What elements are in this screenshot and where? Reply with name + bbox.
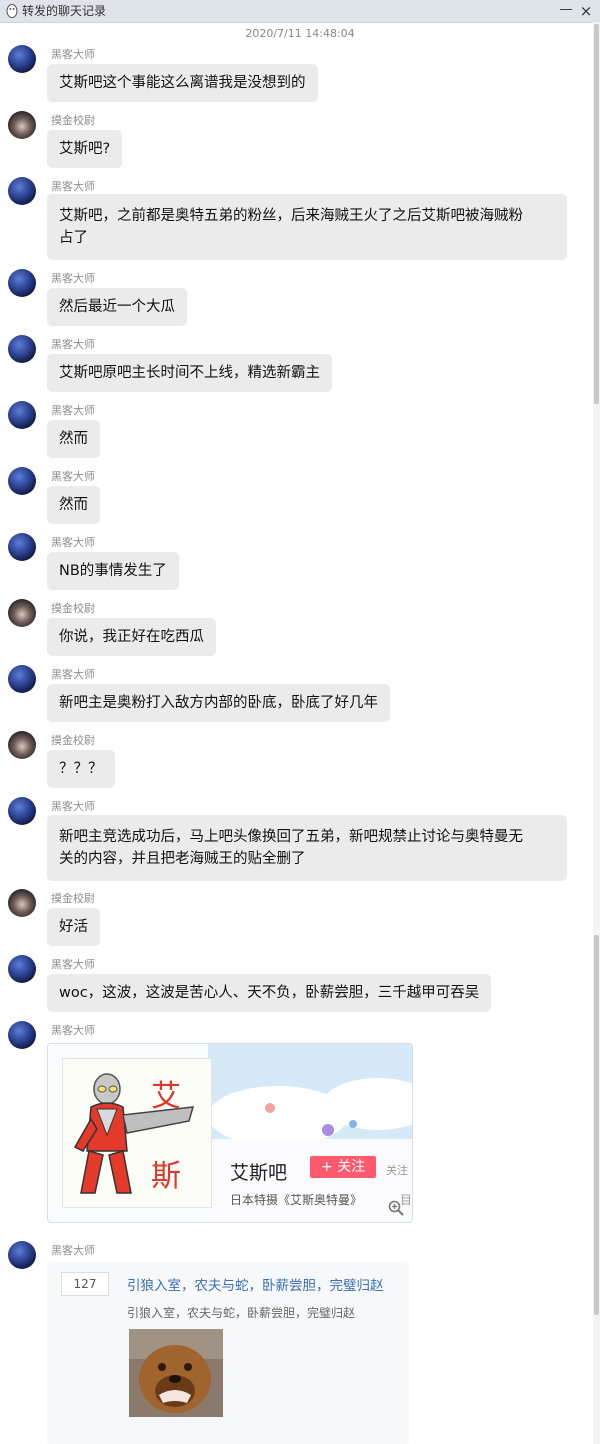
forum-logo-char-1: 艾 (151, 1079, 181, 1114)
reply-count-badge: 127 (61, 1272, 109, 1296)
forum-card[interactable]: 艾 斯 艾斯吧 + 关注 关注 日本特摄《艾斯奥特曼》 目 (47, 1043, 413, 1223)
message-text-line: woc，这波，这波是苦心人、天不负，卧薪尝胆，三千越甲可吞吴 (59, 985, 480, 1001)
message-bubble[interactable]: 新吧主竞选成功后，马上吧头像换回了五弟，新吧规禁止讨论与奥特曼无 关的内容，并且把… (47, 815, 567, 881)
sender-avatar[interactable] (8, 889, 36, 917)
sender-name: 黑客大师 (51, 48, 95, 61)
title-bar: 转发的聊天记录 — × (0, 0, 600, 23)
message-bubble[interactable]: 然后最近一个大瓜 (47, 288, 187, 326)
sender-name: 黑客大师 (51, 404, 95, 417)
scrollbar-thumb[interactable] (594, 24, 599, 404)
sender-name: 摸金校尉 (51, 114, 95, 127)
sender-name: 黑客大师 (51, 338, 95, 351)
message-bubble[interactable]: 艾斯吧? (47, 130, 123, 168)
message-text-line: 新吧主竞选成功后，马上吧头像换回了五弟，新吧规禁止讨论与奥特曼无 (59, 829, 523, 845)
sender-name: 黑客大师 (51, 958, 95, 971)
forum-logo-char-2: 斯 (151, 1159, 181, 1194)
sender-name: 黑客大师 (51, 668, 95, 681)
message-bubble[interactable]: 艾斯吧这个事能这么离谱我是没想到的 (47, 64, 318, 102)
qq-penguin-icon (6, 4, 18, 18)
sender-avatar[interactable] (8, 1241, 36, 1269)
sender-avatar[interactable] (8, 401, 36, 429)
sender-avatar[interactable] (8, 177, 36, 205)
message-text-line: 艾斯吧? (59, 141, 111, 157)
message-bubble[interactable]: 好活 (47, 908, 100, 946)
sender-name: 黑客大师 (51, 180, 95, 193)
sender-name: 摸金校尉 (51, 892, 95, 905)
message-bubble[interactable]: NB的事情发生了 (47, 552, 179, 590)
message-bubble[interactable]: 新吧主是奥粉打入敌方内部的卧底，卧底了好几年 (47, 684, 390, 722)
message-bubble[interactable]: 艾斯吧原吧主长时间不上线，精选新霸主 (47, 354, 332, 392)
sender-avatar[interactable] (8, 111, 36, 139)
sender-avatar[interactable] (8, 665, 36, 693)
message-text-line: 艾斯吧这个事能这么离谱我是没想到的 (59, 75, 306, 91)
message-bubble[interactable]: woc，这波，这波是苦心人、天不负，卧薪尝胆，三千越甲可吞吴 (47, 974, 492, 1012)
sender-avatar[interactable] (8, 731, 36, 759)
message-text-line: 你说，我正好在吃西瓜 (59, 629, 204, 645)
dog-photo-thumbnail[interactable] (129, 1329, 223, 1417)
sender-avatar[interactable] (8, 45, 36, 73)
zoom-in-icon[interactable] (388, 1200, 404, 1216)
post-excerpt: 引狼入室，农夫与蛇，卧薪尝胆，完璧归赵 (127, 1306, 356, 1320)
follow-count-label: 关注 (386, 1164, 408, 1177)
sender-name: 黑客大师 (51, 1024, 95, 1037)
sender-name: 摸金校尉 (51, 734, 95, 747)
sender-avatar[interactable] (8, 797, 36, 825)
sender-name: 黑客大师 (51, 536, 95, 549)
sender-name: 黑客大师 (51, 272, 95, 285)
sender-avatar[interactable] (8, 955, 36, 983)
message-text-line: 好活 (59, 919, 88, 935)
sender-avatar[interactable] (8, 1021, 36, 1049)
sender-avatar[interactable] (8, 269, 36, 297)
forum-name[interactable]: 艾斯吧 (230, 1158, 287, 1185)
sender-name: 黑客大师 (51, 1244, 95, 1257)
message-bubble[interactable]: 你说，我正好在吃西瓜 (47, 618, 216, 656)
sender-avatar[interactable] (8, 533, 36, 561)
chat-timestamp: 2020/7/11 14:48:04 (245, 27, 355, 40)
sender-name: 黑客大师 (51, 800, 95, 813)
sender-avatar[interactable] (8, 599, 36, 627)
message-text-line: 然后最近一个大瓜 (59, 299, 175, 315)
message-bubble[interactable]: ？？？ (47, 750, 115, 788)
ultraman-ace-figure (63, 1059, 211, 1207)
window-title: 转发的聊天记录 (22, 4, 107, 18)
message-text-line: ？？？ (59, 761, 103, 777)
post-card[interactable]: 127 引狼入室，农夫与蛇，卧薪尝胆，完璧归赵 引狼入室，农夫与蛇，卧薪尝胆，完… (47, 1262, 409, 1444)
message-text-line: 关的内容，并且把老海贼王的贴全删了 (59, 851, 306, 867)
sender-avatar[interactable] (8, 467, 36, 495)
message-text-line: 艾斯吧，之前都是奥特五弟的粉丝，后来海贼王火了之后艾斯吧被海贼粉 (59, 208, 523, 224)
message-text-line: 新吧主是奥粉打入敌方内部的卧底，卧底了好几年 (59, 695, 378, 711)
sender-name: 摸金校尉 (51, 602, 95, 615)
forum-description: 日本特摄《艾斯奥特曼》 (230, 1193, 363, 1207)
message-bubble[interactable]: 然而 (47, 420, 100, 458)
message-bubble[interactable]: 然而 (47, 486, 100, 524)
minimize-icon[interactable]: — (559, 0, 573, 22)
forum-logo: 艾 斯 (62, 1058, 212, 1208)
message-text-line: 然而 (59, 431, 88, 447)
sender-name: 黑客大师 (51, 470, 95, 483)
message-text-line: 占了 (59, 230, 88, 246)
message-text-line: 然而 (59, 497, 88, 513)
message-bubble[interactable]: 艾斯吧，之前都是奥特五弟的粉丝，后来海贼王火了之后艾斯吧被海贼粉 占了 (47, 194, 567, 260)
scrollbar-thumb-lower[interactable] (594, 935, 599, 1315)
message-text-line: NB的事情发生了 (59, 563, 167, 579)
close-icon[interactable]: × (578, 0, 594, 22)
sender-avatar[interactable] (8, 335, 36, 363)
follow-button[interactable]: + 关注 (310, 1156, 376, 1178)
post-title-link[interactable]: 引狼入室，农夫与蛇，卧薪尝胆，完璧归赵 (127, 1274, 384, 1294)
message-text-line: 艾斯吧原吧主长时间不上线，精选新霸主 (59, 365, 320, 381)
